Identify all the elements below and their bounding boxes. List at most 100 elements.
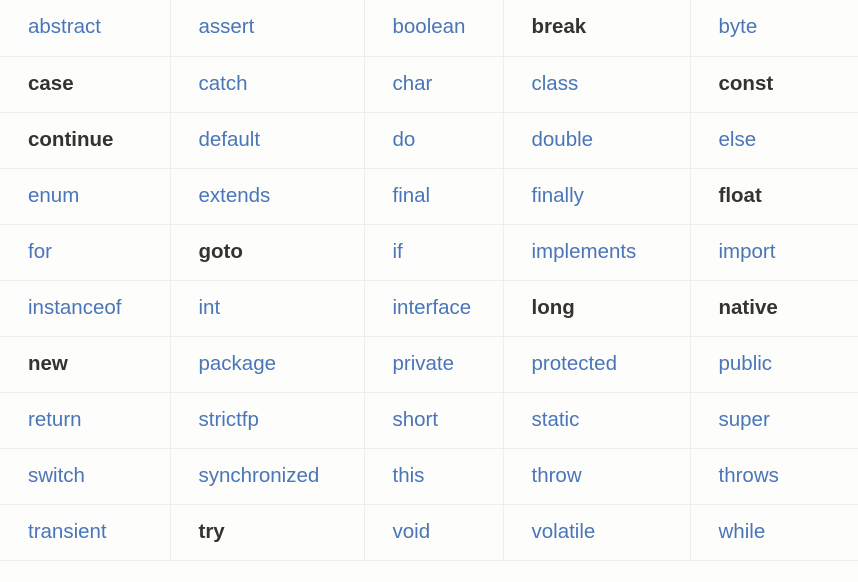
table-cell: double [503, 112, 691, 169]
table-cell: short [364, 392, 504, 449]
keyword-link-instanceof[interactable]: instanceof [28, 296, 121, 319]
table-cell: abstract [0, 0, 171, 57]
keyword-link-assert[interactable]: assert [199, 15, 255, 38]
table-cell: package [170, 336, 365, 393]
keyword-link-transient[interactable]: transient [28, 520, 107, 543]
table-cell: goto [170, 224, 365, 281]
table-cell: public [690, 336, 858, 393]
keyword-link-default[interactable]: default [199, 128, 261, 151]
table-cell: float [690, 168, 858, 225]
table-cell: implements [503, 224, 691, 281]
keyword-link-final[interactable]: final [393, 184, 431, 207]
table-cell: throw [503, 448, 691, 505]
table-cell: throws [690, 448, 858, 505]
table-cell: new [0, 336, 171, 393]
keyword-link-class[interactable]: class [532, 72, 579, 95]
keyword-link-finally[interactable]: finally [532, 184, 584, 207]
table-cell: byte [690, 0, 858, 57]
keyword-link-while[interactable]: while [719, 520, 766, 543]
keyword-link-for[interactable]: for [28, 240, 52, 263]
table-cell: extends [170, 168, 365, 225]
table-cell: static [503, 392, 691, 449]
keyword-link-import[interactable]: import [719, 240, 776, 263]
table-cell: enum [0, 168, 171, 225]
table-cell: finally [503, 168, 691, 225]
keyword-link-int[interactable]: int [199, 296, 221, 319]
table-cell: switch [0, 448, 171, 505]
table-cell: return [0, 392, 171, 449]
keyword-table-body: abstract assert boolean break byte case catch c… [0, 0, 858, 561]
keyword-link-switch[interactable]: switch [28, 464, 85, 487]
keyword-link-interface[interactable]: interface [393, 296, 472, 319]
keyword-link-throw[interactable]: throw [532, 464, 582, 487]
keyword-text-float: float [718, 183, 762, 207]
table-cell: transient [0, 504, 171, 561]
keyword-text-const: const [718, 71, 774, 95]
table-cell: boolean [364, 0, 504, 57]
table-row: switch synchronized this throw throws [0, 448, 858, 505]
table-row: enum extends final finally float [0, 168, 858, 225]
table-cell: strictfp [170, 392, 365, 449]
keyword-link-short[interactable]: short [393, 408, 439, 431]
keyword-table: abstract assert boolean break byte case catch c… [0, 0, 858, 561]
table-cell: synchronized [170, 448, 365, 505]
keyword-link-char[interactable]: char [393, 72, 433, 95]
keyword-link-void[interactable]: void [393, 520, 431, 543]
keyword-link-enum[interactable]: enum [28, 184, 79, 207]
keyword-link-public[interactable]: public [719, 352, 773, 375]
table-cell: else [690, 112, 858, 169]
table-cell: assert [170, 0, 365, 57]
keyword-link-byte[interactable]: byte [719, 15, 758, 38]
keyword-text-break: break [531, 15, 587, 39]
table-row: transient try void volatile while [0, 504, 858, 561]
keyword-link-boolean[interactable]: boolean [393, 15, 466, 38]
keyword-link-super[interactable]: super [719, 408, 770, 431]
keyword-link-abstract[interactable]: abstract [28, 15, 101, 38]
table-cell: class [503, 56, 691, 113]
keyword-link-strictfp[interactable]: strictfp [199, 408, 259, 431]
keyword-link-throws[interactable]: throws [719, 464, 779, 487]
table-cell: private [364, 336, 504, 393]
keyword-link-return[interactable]: return [28, 408, 82, 431]
keyword-link-catch[interactable]: catch [199, 72, 248, 95]
keyword-link-else[interactable]: else [719, 128, 757, 151]
keyword-link-protected[interactable]: protected [532, 352, 617, 375]
keyword-link-synchronized[interactable]: synchronized [199, 464, 320, 487]
keyword-link-extends[interactable]: extends [199, 184, 271, 207]
keyword-text-native: native [718, 295, 778, 319]
table-row: instanceof int interface long native [0, 280, 858, 337]
keyword-link-if[interactable]: if [393, 240, 403, 263]
keyword-link-package[interactable]: package [199, 352, 277, 375]
table-cell: for [0, 224, 171, 281]
keyword-link-private[interactable]: private [393, 352, 455, 375]
table-row: for goto if implements import [0, 224, 858, 281]
table-cell: case [0, 56, 171, 113]
keyword-text-new: new [28, 351, 68, 375]
keyword-link-static[interactable]: static [532, 408, 580, 431]
table-cell: volatile [503, 504, 691, 561]
keyword-text-try: try [198, 519, 225, 543]
table-cell: default [170, 112, 365, 169]
keyword-link-this[interactable]: this [393, 464, 425, 487]
table-row: case catch char class const [0, 56, 858, 113]
keyword-text-case: case [28, 71, 74, 95]
keyword-link-do[interactable]: do [393, 128, 416, 151]
table-row: abstract assert boolean break byte [0, 0, 858, 57]
keyword-link-implements[interactable]: implements [532, 240, 637, 263]
table-cell: this [364, 448, 504, 505]
keyword-link-double[interactable]: double [532, 128, 594, 151]
keyword-link-volatile[interactable]: volatile [532, 520, 596, 543]
table-cell: const [690, 56, 858, 113]
table-cell: if [364, 224, 504, 281]
table-cell: break [503, 0, 691, 57]
table-row: new package private protected public [0, 336, 858, 393]
table-cell: catch [170, 56, 365, 113]
table-row: continue default do double else [0, 112, 858, 169]
table-row: return strictfp short static super [0, 392, 858, 449]
table-cell: continue [0, 112, 171, 169]
keyword-text-continue: continue [28, 127, 114, 151]
table-cell: final [364, 168, 504, 225]
table-cell: interface [364, 280, 504, 337]
table-cell: protected [503, 336, 691, 393]
table-cell: native [690, 280, 858, 337]
